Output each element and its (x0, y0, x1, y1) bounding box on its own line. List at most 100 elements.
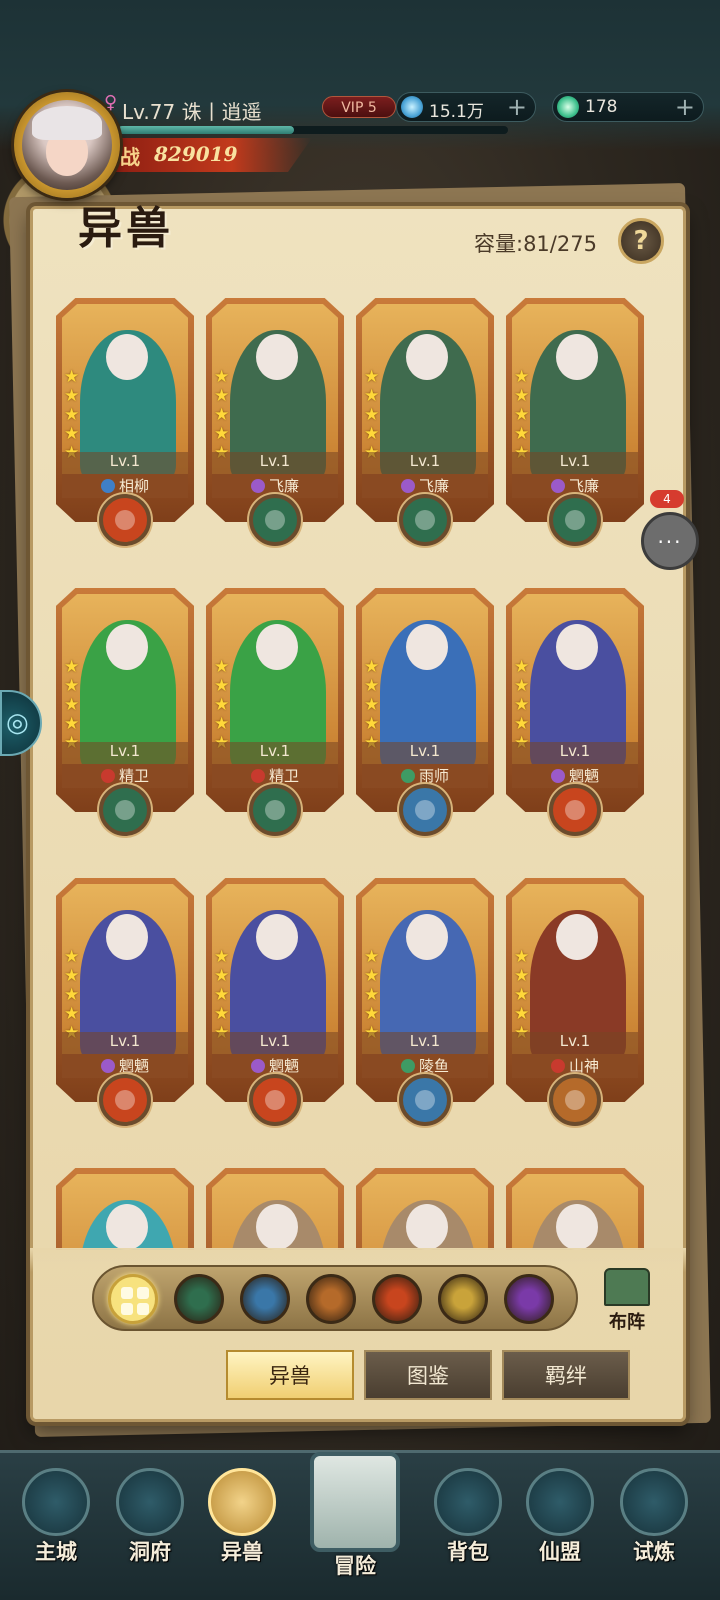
race-icon (250, 479, 265, 493)
beast-card[interactable]: ★ ★ ★ ★ ★ Lv.1 飞廉 (206, 298, 344, 550)
wood-element-icon (249, 494, 301, 546)
wood-element-icon[interactable] (174, 1274, 224, 1324)
beast-head (556, 914, 598, 960)
city-icon (22, 1468, 90, 1536)
female-icon: ♀ (104, 92, 118, 113)
beast-card[interactable]: ★ ★ ★ ★ ★ Lv.1 雨师 (356, 588, 494, 840)
all-grid-icon[interactable] (108, 1274, 158, 1324)
beast-level: Lv.1 (259, 452, 291, 470)
jade-amount: 178 (585, 97, 618, 117)
nav-trial-portal[interactable]: 试炼 (612, 1458, 696, 1578)
beast-grid: ★ ★ ★ ★ ★ Lv.1 相柳 ★ ★ ★ ★ ★ Lv.1 飞廉 ★ ★ ★ ★ ★ L… (56, 298, 656, 1250)
nav-city[interactable]: 主城 (14, 1458, 98, 1578)
add-jade-button[interactable]: + (675, 93, 695, 121)
nav-alliance[interactable]: 仙盟 (518, 1458, 602, 1578)
beast-card[interactable]: ★ ★ ★ ★ ★ Lv.1 魍魉 (56, 878, 194, 1130)
beast-card[interactable]: ★ ★ ★ ★ ★ Lv.1 相柳 (56, 298, 194, 550)
star-rating: ★ ★ ★ ★ ★ (364, 947, 380, 1043)
fire-element-icon (99, 494, 151, 546)
water-element-icon[interactable] (240, 1274, 290, 1324)
alliance-icon (526, 1468, 594, 1536)
star-rating: ★ ★ ★ ★ ★ (364, 367, 380, 463)
beast-head (256, 624, 298, 670)
beast-name: 魍魉 (568, 767, 599, 785)
beast-card[interactable] (56, 1168, 194, 1250)
tab-codex[interactable]: 图鉴 (364, 1350, 492, 1400)
nav-beast[interactable]: 异兽 (200, 1458, 284, 1578)
beast-head (106, 334, 148, 380)
race-icon (400, 479, 415, 493)
beast-level: Lv.1 (259, 742, 291, 760)
star-rating: ★ ★ ★ ★ ★ (64, 367, 80, 463)
formation-button[interactable]: 布阵 (592, 1264, 662, 1334)
beast-head (556, 624, 598, 670)
combat-power-value: 829019 (154, 142, 238, 166)
beast-name: 飞廉 (268, 477, 299, 495)
resource-jade[interactable]: 178 + (552, 92, 704, 122)
nav-cave[interactable]: 洞府 (108, 1458, 192, 1578)
grid-square (137, 1303, 149, 1315)
star-rating: ★ ★ ★ ★ ★ (214, 947, 230, 1043)
add-spirit-stone-button[interactable]: + (507, 93, 527, 121)
grid-square (137, 1287, 149, 1299)
beast-head (256, 1204, 298, 1250)
dark-element-icon[interactable] (504, 1274, 554, 1324)
chat-bubble-icon: ··· (657, 530, 683, 554)
beast-card[interactable] (356, 1168, 494, 1250)
nav-label: 异兽 (221, 1539, 263, 1564)
chat-button[interactable]: ··· (641, 512, 699, 570)
fire-element-icon (249, 1074, 301, 1126)
beast-card[interactable]: ★ ★ ★ ★ ★ Lv.1 精卫 (206, 588, 344, 840)
beast-name: 陵鱼 (418, 1057, 449, 1075)
beast-card[interactable] (206, 1168, 344, 1250)
tab-beasts[interactable]: 异兽 (226, 1350, 354, 1400)
star-rating: ★ ★ ★ ★ ★ (64, 947, 80, 1043)
race-icon (550, 1059, 565, 1073)
nav-label: 冒险 (334, 1553, 376, 1578)
fire-element-icon (549, 784, 601, 836)
tab-bonds[interactable]: 羁绊 (502, 1350, 630, 1400)
player-level: Lv.77 (122, 100, 176, 124)
beast-level: Lv.1 (409, 742, 441, 760)
vip-badge[interactable]: VIP 5 (322, 96, 396, 118)
beast-card[interactable]: ★ ★ ★ ★ ★ Lv.1 飞廉 (356, 298, 494, 550)
beast-card[interactable]: ★ ★ ★ ★ ★ Lv.1 山神 (506, 878, 644, 1130)
wood-element-icon (399, 494, 451, 546)
beast-card[interactable]: ★ ★ ★ ★ ★ Lv.1 魍魉 (506, 588, 644, 840)
beast-portrait (362, 1174, 488, 1250)
nav-label: 背包 (447, 1539, 489, 1564)
race-icon (250, 769, 265, 783)
beast-card[interactable]: ★ ★ ★ ★ ★ Lv.1 魍魉 (206, 878, 344, 1130)
player-name: Lv.77 诛丨逍遥 (122, 96, 262, 125)
formation-label: 布阵 (609, 1312, 645, 1333)
nav-scroll-map[interactable]: 冒险 (300, 1446, 410, 1586)
beast-name: 雨师 (418, 767, 449, 785)
race-icon (400, 769, 415, 783)
cave-icon (116, 1468, 184, 1536)
nav-label: 试炼 (633, 1539, 675, 1564)
beast-card[interactable] (506, 1168, 644, 1250)
beast-card[interactable]: ★ ★ ★ ★ ★ Lv.1 精卫 (56, 588, 194, 840)
nav-backpack[interactable]: 背包 (426, 1458, 510, 1578)
exp-bar (118, 126, 508, 134)
beast-head (406, 624, 448, 670)
beast-level: Lv.1 (109, 1032, 141, 1050)
beast-level: Lv.1 (259, 1032, 291, 1050)
earth-element-icon (549, 1074, 601, 1126)
resource-spirit-stone[interactable]: 15.1万 + (396, 92, 536, 122)
fire-element-icon[interactable] (372, 1274, 422, 1324)
fire-element-icon (99, 1074, 151, 1126)
beast-card[interactable]: ★ ★ ★ ★ ★ Lv.1 陵鱼 (356, 878, 494, 1130)
help-button[interactable]: ? (618, 218, 664, 264)
wood-element-icon (549, 494, 601, 546)
light-element-icon[interactable] (438, 1274, 488, 1324)
star-rating: ★ ★ ★ ★ ★ (514, 367, 530, 463)
beast-level: Lv.1 (409, 1032, 441, 1050)
beast-card[interactable]: ★ ★ ★ ★ ★ Lv.1 飞廉 (506, 298, 644, 550)
beast-name: 飞廉 (568, 477, 599, 495)
star-rating: ★ ★ ★ ★ ★ (214, 657, 230, 753)
water-element-icon (399, 784, 451, 836)
race-icon (100, 1059, 115, 1073)
beast-head (106, 624, 148, 670)
earth-element-icon[interactable] (306, 1274, 356, 1324)
